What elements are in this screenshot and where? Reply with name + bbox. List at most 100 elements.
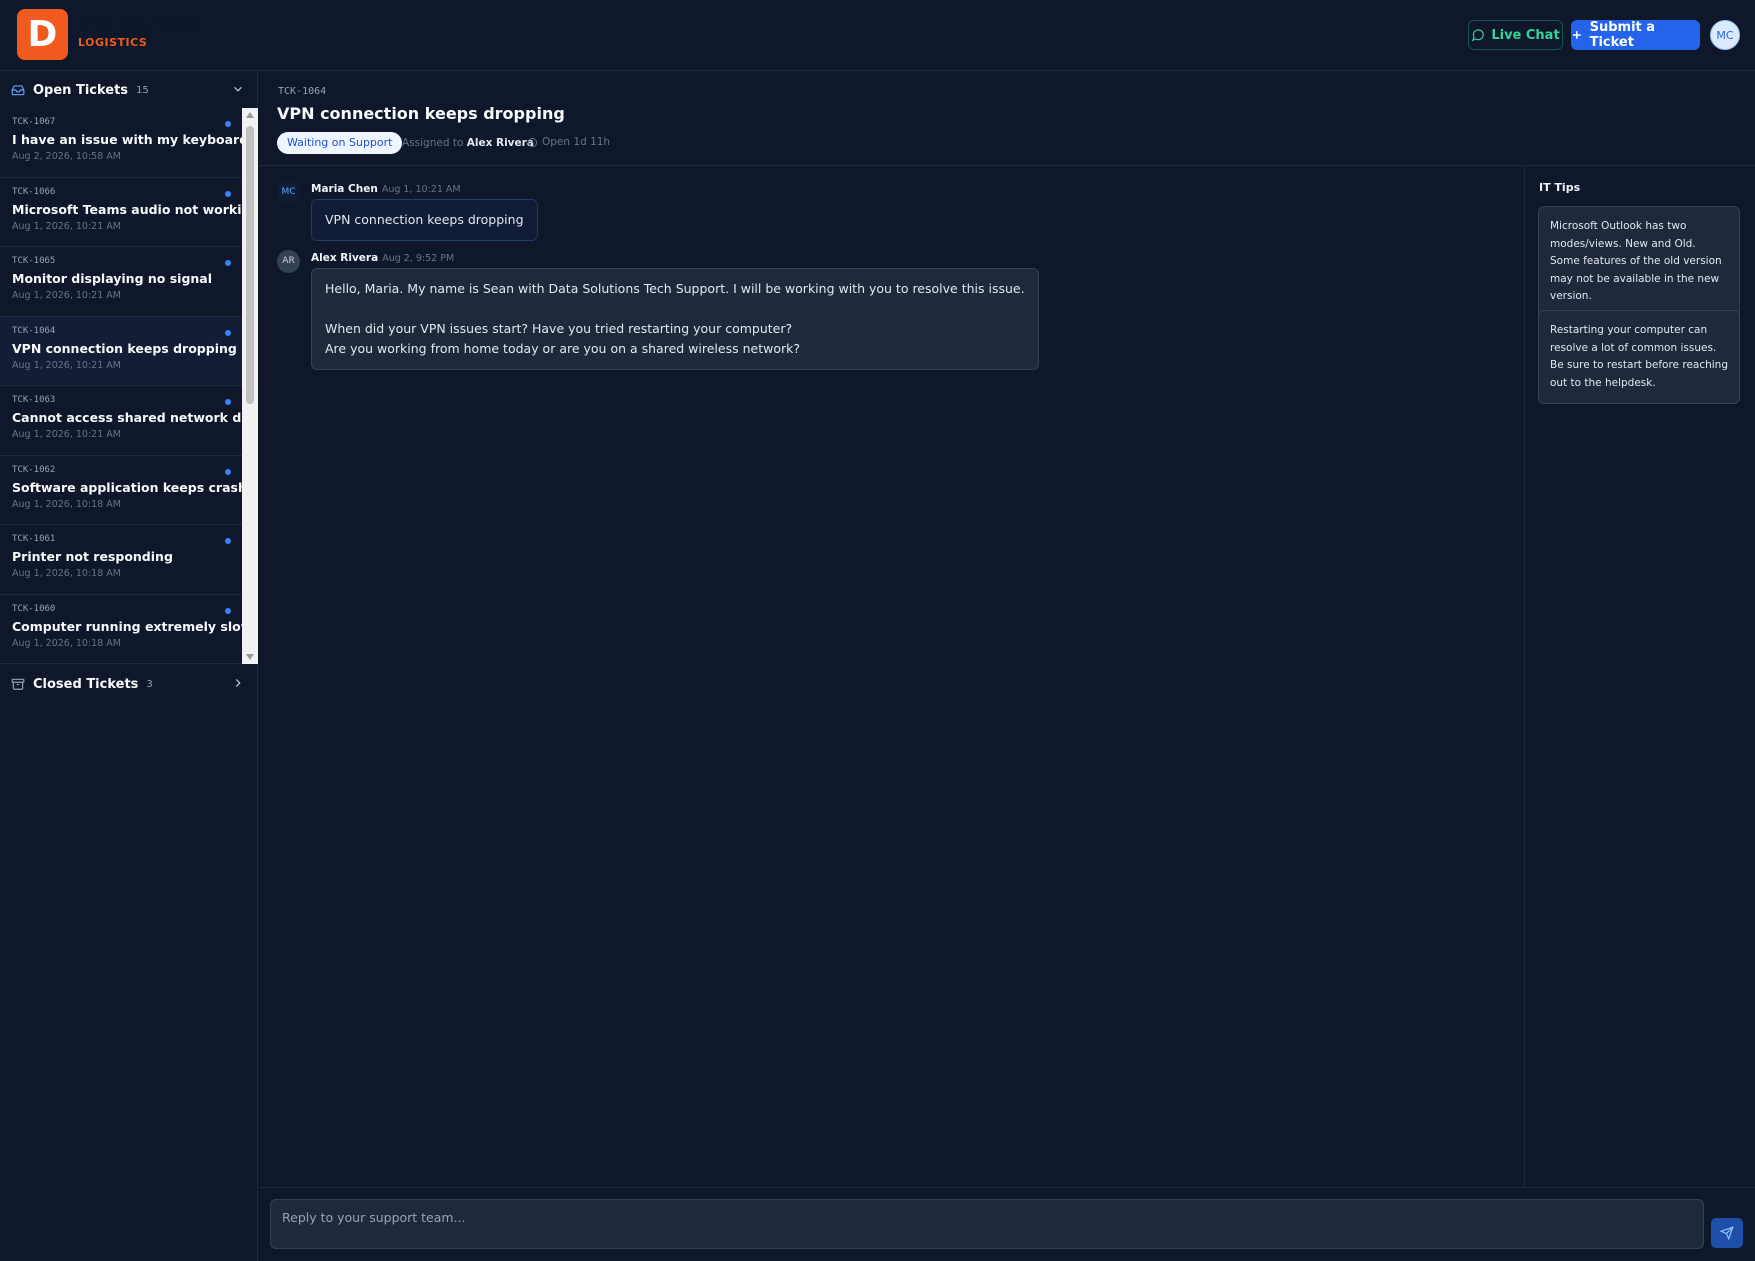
message-bubble: Hello, Maria. My name is Sean with Data …	[311, 268, 1039, 370]
ticket-list-scrollbar[interactable]	[242, 108, 258, 664]
ticket-sidebar: Open Tickets 15 TCK-1067 I have an issue…	[0, 72, 258, 1261]
submit-ticket-button[interactable]: Submit a Ticket	[1571, 20, 1700, 50]
ticket-detail: TCK-1064 VPN connection keeps dropping W…	[259, 72, 1755, 1261]
ticket-id: TCK-1064	[278, 86, 327, 97]
ticket-date: Aug 1, 2026, 10:18 AM	[12, 568, 121, 579]
unread-dot	[225, 121, 231, 127]
ticket-title: Printer not responding	[12, 549, 173, 564]
ticket-id: TCK-1067	[12, 117, 56, 127]
unread-dot	[225, 538, 231, 544]
message-text: Are you working from home today or are y…	[325, 341, 800, 356]
author-name: Maria Chen	[311, 183, 378, 195]
ticket-header: TCK-1064 VPN connection keeps dropping W…	[259, 72, 1755, 166]
ticket-id: TCK-1066	[12, 186, 56, 197]
closed-tickets-header[interactable]: Closed Tickets 3	[0, 667, 258, 701]
message-author: Maria Chen Aug 1, 10:21 AM	[311, 183, 461, 195]
unread-dot	[225, 399, 231, 405]
brand-subtitle: LOGISTICS	[78, 36, 148, 49]
message-text	[325, 299, 1025, 319]
ticket-item[interactable]: TCK-1063 Cannot access shared network dr…	[0, 386, 242, 456]
ticket-title: Microsoft Teams audio not working	[12, 201, 242, 217]
send-button[interactable]	[1711, 1218, 1743, 1248]
ticket-item[interactable]: TCK-1066 Microsoft Teams audio not worki…	[0, 178, 242, 247]
avatar: MC	[277, 181, 300, 204]
ticket-id: TCK-1065	[12, 256, 56, 266]
ticket-date: Aug 1, 2026, 10:18 AM	[12, 498, 121, 510]
author-name: Alex Rivera	[311, 252, 379, 264]
live-chat-label: Live Chat	[1491, 27, 1560, 43]
assigned-to: Assigned to Alex Rivera	[402, 137, 534, 149]
reply-composer	[259, 1187, 1755, 1261]
open-tickets-label: Open Tickets	[33, 82, 129, 98]
archive-icon	[11, 678, 25, 690]
unread-dot	[225, 607, 231, 614]
open-tickets-header[interactable]: Open Tickets 15	[0, 73, 258, 107]
unread-dot	[225, 190, 231, 197]
reply-input[interactable]	[270, 1199, 1704, 1249]
ticket-date: Aug 1, 2026, 10:21 AM	[12, 290, 121, 301]
message-time: Aug 1, 10:21 AM	[381, 184, 461, 195]
top-header: D DATA SOLUTIONS LOGISTICS Live Chat Sub…	[0, 0, 1755, 71]
message-bubble: VPN connection keeps dropping	[311, 199, 538, 241]
chevron-down-icon	[234, 86, 242, 92]
chat-bubble-icon	[1472, 29, 1485, 42]
ticket-item[interactable]: TCK-1065 Monitor displaying no signal Au…	[0, 247, 242, 317]
ticket-title: Cannot access shared network drive	[12, 410, 242, 425]
message-text: VPN connection keeps dropping	[325, 212, 524, 227]
clock-icon	[527, 137, 538, 147]
assignee-name: Alex Rivera	[466, 137, 534, 149]
ticket-title: Computer running extremely slow	[12, 618, 242, 634]
unread-dot	[225, 329, 231, 336]
brand-logo[interactable]: D	[17, 9, 68, 60]
message-time: Aug 2, 9:52 PM	[382, 253, 455, 264]
ticket-title: Software application keeps crashing	[12, 479, 242, 495]
ticket-title: I have an issue with my keyboard	[12, 132, 242, 147]
ticket-date: Aug 1, 2026, 10:21 AM	[12, 429, 121, 440]
ticket-item[interactable]: TCK-1060 Computer running extremely slow…	[0, 595, 242, 664]
brand-name: DATA SOLUTIONS	[78, 17, 202, 31]
conversation-thread: MC Maria Chen Aug 1, 10:21 AM VPN connect…	[259, 167, 1524, 1187]
ticket-id: TCK-1063	[12, 395, 56, 405]
it-tips-title: IT Tips	[1539, 181, 1581, 194]
ticket-id: TCK-1062	[12, 464, 56, 475]
plus-icon	[1572, 31, 1581, 39]
user-avatar[interactable]: MC	[1710, 20, 1740, 50]
ticket-id: TCK-1061	[12, 534, 56, 544]
message-author: Alex Rivera Aug 2, 9:52 PM	[311, 252, 454, 264]
message-text: When did your VPN issues start? Have you…	[325, 321, 793, 336]
ticket-id: TCK-1064	[12, 325, 56, 336]
live-chat-button[interactable]: Live Chat	[1468, 20, 1563, 50]
closed-tickets-count: 3	[146, 678, 153, 690]
ticket-id: TCK-1060	[12, 603, 56, 614]
scroll-thumb[interactable]	[246, 126, 254, 404]
chevron-right-icon	[235, 679, 241, 687]
unread-dot	[225, 260, 231, 266]
open-duration-label: Open 1d 11h	[542, 136, 611, 148]
it-tips-panel: IT Tips Microsoft Outlook has two modes/…	[1524, 167, 1755, 1187]
send-icon	[1720, 1226, 1734, 1240]
scroll-down-icon[interactable]	[246, 654, 254, 660]
ticket-title: Monitor displaying no signal	[12, 271, 213, 286]
ticket-title: VPN connection keeps dropping	[12, 340, 237, 356]
ticket-item[interactable]: TCK-1061 Printer not responding Aug 1, 2…	[0, 525, 242, 595]
ticket-item[interactable]: TCK-1067 I have an issue with my keyboar…	[0, 108, 242, 178]
status-badge: Waiting on Support	[277, 132, 403, 154]
open-tickets-count: 15	[136, 84, 149, 96]
ticket-date: Aug 2, 2026, 10:58 AM	[12, 151, 121, 162]
inbox-icon	[11, 85, 25, 96]
open-duration: Open 1d 11h	[527, 136, 610, 148]
submit-ticket-label: Submit a Ticket	[1589, 20, 1656, 50]
closed-tickets-label: Closed Tickets	[33, 676, 139, 692]
assigned-prefix: Assigned to	[402, 137, 464, 149]
message-text: Hello, Maria. My name is Sean with Data …	[325, 281, 1025, 296]
tip-card: Microsoft Outlook has two modes/views. N…	[1538, 206, 1740, 318]
avatar: AR	[277, 250, 300, 273]
open-ticket-list: TCK-1067 I have an issue with my keyboar…	[0, 108, 242, 664]
ticket-date: Aug 1, 2026, 10:18 AM	[12, 637, 121, 649]
page-title: VPN connection keeps dropping	[277, 104, 565, 123]
scroll-up-icon[interactable]	[246, 112, 254, 118]
ticket-item[interactable]: TCK-1062 Software application keeps cras…	[0, 456, 242, 525]
ticket-item-selected[interactable]: TCK-1064 VPN connection keeps dropping A…	[0, 316, 242, 386]
ticket-date: Aug 1, 2026, 10:21 AM	[12, 220, 121, 232]
unread-dot	[225, 468, 231, 475]
